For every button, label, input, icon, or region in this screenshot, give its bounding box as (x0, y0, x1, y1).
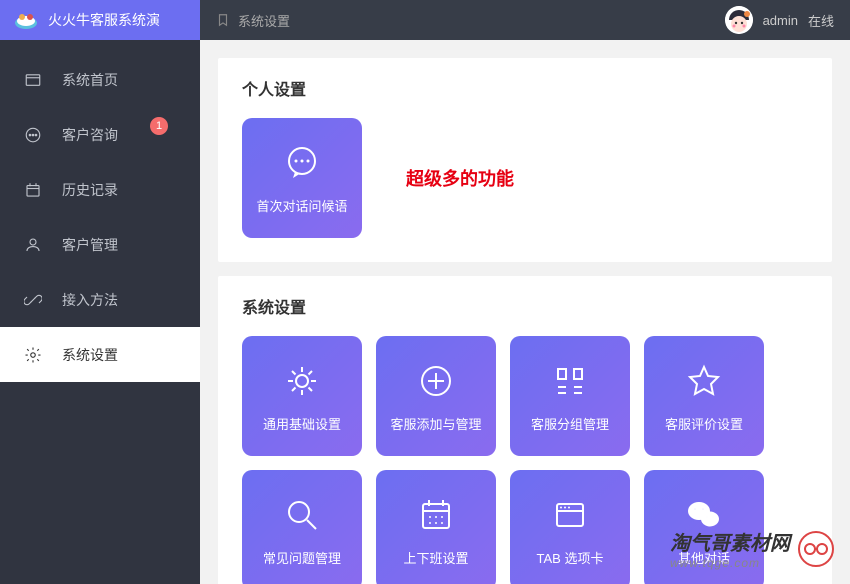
tile-label: 通用基础设置 (257, 414, 347, 433)
grid-icon (549, 360, 591, 402)
calendar-icon (415, 494, 457, 536)
section-system: 系统设置 通用基础设置 客服添加与管理 客服分组管理 (218, 276, 832, 584)
tile-greeting[interactable]: 首次对话问候语 (242, 118, 362, 238)
tile-label: 上下班设置 (397, 548, 474, 567)
chat-icon (24, 126, 42, 144)
tile-schedule[interactable]: 上下班设置 (376, 470, 496, 584)
nav-label: 系统首页 (62, 70, 118, 90)
tiles-row: 首次对话问候语 超级多的功能 (242, 118, 808, 238)
avatar (725, 6, 753, 34)
app-root: 火火牛客服系统演 系统首页 客户咨询 1 历史记录 客户管理 接入方 (0, 0, 850, 584)
tile-label: 客服评价设置 (659, 414, 749, 433)
logo-icon (12, 10, 40, 30)
tile-label: 客服分组管理 (525, 414, 615, 433)
nav-item-home[interactable]: 系统首页 (0, 52, 200, 107)
nav-label: 客户管理 (62, 235, 118, 255)
tile-faq[interactable]: 常见问题管理 (242, 470, 362, 584)
gear-icon (24, 346, 42, 364)
tile-label: 常见问题管理 (257, 548, 347, 567)
tile-tab[interactable]: TAB 选项卡 (510, 470, 630, 584)
window-icon (549, 494, 591, 536)
gear-icon (281, 360, 323, 402)
tile-rating[interactable]: 客服评价设置 (644, 336, 764, 456)
tiles-row: 通用基础设置 客服添加与管理 客服分组管理 客服评价设置 (242, 336, 808, 584)
speech-icon (281, 142, 323, 184)
search-icon (281, 494, 323, 536)
nav-item-settings[interactable]: 系统设置 (0, 327, 200, 382)
nav-item-history[interactable]: 历史记录 (0, 162, 200, 217)
notification-badge: 1 (150, 117, 168, 135)
tile-add-agent[interactable]: 客服添加与管理 (376, 336, 496, 456)
breadcrumb: 系统设置 (216, 11, 290, 30)
user-name: admin (763, 13, 798, 28)
tile-label: TAB 选项卡 (531, 548, 610, 567)
user-icon (24, 236, 42, 254)
plus-icon (415, 360, 457, 402)
tile-wechat[interactable]: 其他对话 (644, 470, 764, 584)
user-status: 在线 (808, 11, 834, 30)
annotation-text: 超级多的功能 (406, 165, 514, 191)
sidebar: 火火牛客服系统演 系统首页 客户咨询 1 历史记录 客户管理 接入方 (0, 0, 200, 584)
nav-label: 接入方法 (62, 290, 118, 310)
tile-general-settings[interactable]: 通用基础设置 (242, 336, 362, 456)
star-icon (683, 360, 725, 402)
home-icon (24, 71, 42, 89)
user-info[interactable]: admin 在线 (725, 6, 834, 34)
logo-bar: 火火牛客服系统演 (0, 0, 200, 40)
breadcrumb-text: 系统设置 (238, 11, 290, 30)
tile-group-mgmt[interactable]: 客服分组管理 (510, 336, 630, 456)
section-personal: 个人设置 首次对话问候语 超级多的功能 (218, 58, 832, 262)
app-title: 火火牛客服系统演 (48, 10, 160, 30)
nav-item-chat[interactable]: 客户咨询 1 (0, 107, 200, 162)
topbar: 系统设置 admin 在线 (200, 0, 850, 40)
sidebar-nav: 系统首页 客户咨询 1 历史记录 客户管理 接入方法 系统设置 (0, 40, 200, 584)
nav-label: 历史记录 (62, 180, 118, 200)
history-icon (24, 181, 42, 199)
nav-item-customers[interactable]: 客户管理 (0, 217, 200, 272)
nav-label: 系统设置 (62, 345, 118, 365)
bookmark-icon (216, 13, 230, 27)
wechat-icon (683, 494, 725, 536)
section-title: 系统设置 (242, 294, 808, 318)
tile-label: 客服添加与管理 (384, 414, 487, 433)
nav-label: 客户咨询 (62, 125, 118, 145)
nav-item-access[interactable]: 接入方法 (0, 272, 200, 327)
tile-label: 首次对话问候语 (250, 196, 353, 215)
content: 个人设置 首次对话问候语 超级多的功能 系统设置 通用基础设置 (200, 40, 850, 584)
main: 系统设置 admin 在线 个人设置 首次对话问候语 超级多的 (200, 0, 850, 584)
tile-label: 其他对话 (672, 548, 736, 567)
section-title: 个人设置 (242, 76, 808, 100)
link-icon (24, 291, 42, 309)
